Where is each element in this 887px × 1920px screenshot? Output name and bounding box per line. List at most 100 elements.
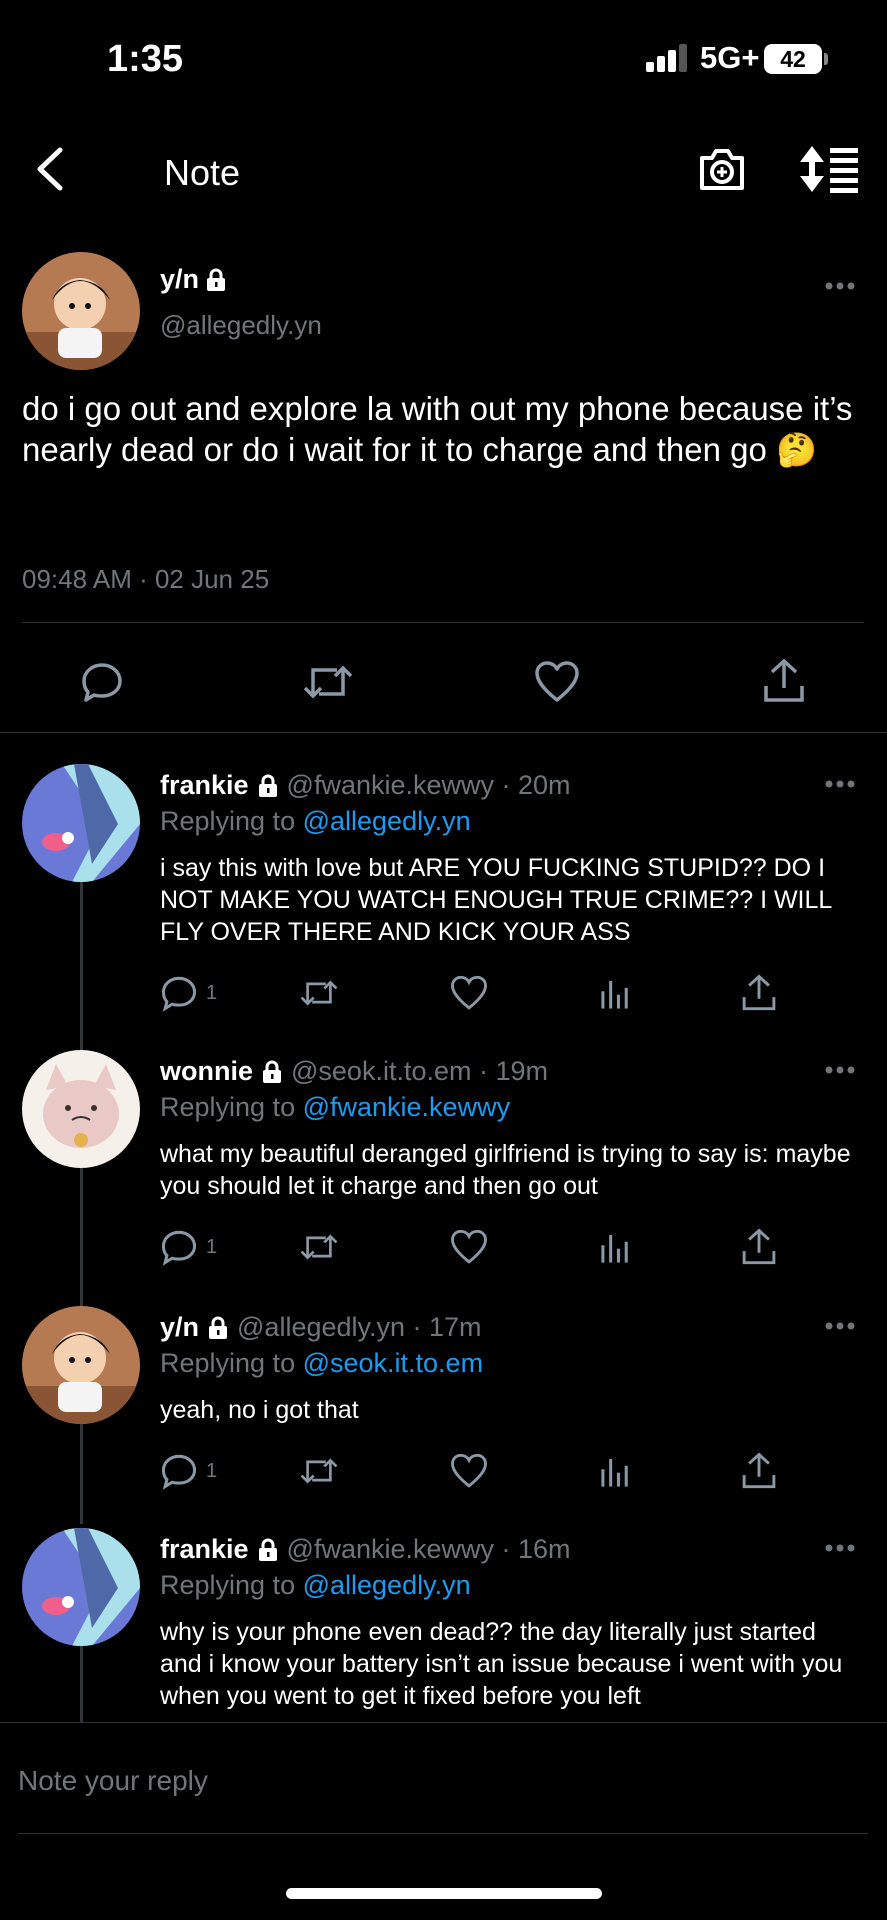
- mention-link[interactable]: @seok.it.to.em: [303, 1348, 483, 1378]
- divider: [22, 622, 864, 623]
- battery-nub: [824, 53, 828, 65]
- reply-button[interactable]: 1: [160, 974, 217, 1012]
- views-button[interactable]: [596, 1452, 634, 1490]
- thread-line: [80, 1646, 83, 1726]
- like-button[interactable]: [450, 1452, 488, 1490]
- reply-header: y/n @allegedly.yn · 17m: [160, 1312, 482, 1343]
- more-options-icon[interactable]: [824, 778, 856, 790]
- reply-input[interactable]: Note your reply: [18, 1765, 208, 1797]
- repost-icon[interactable]: [303, 660, 353, 704]
- replying-to: Replying to @allegedly.yn: [160, 806, 471, 836]
- avatar[interactable]: [22, 1050, 140, 1168]
- share-button[interactable]: [740, 1452, 778, 1490]
- like-icon: [451, 1229, 487, 1264]
- reply-icon[interactable]: [80, 660, 124, 704]
- avatar[interactable]: [22, 1306, 140, 1424]
- reply-actions: 1: [160, 1228, 776, 1272]
- views-button[interactable]: [596, 974, 634, 1012]
- author-meta: @seok.it.to.em · 19m: [291, 1056, 548, 1086]
- divider: [18, 1833, 868, 1834]
- reply-actions: 1: [160, 974, 776, 1018]
- thread-line: [80, 1424, 83, 1524]
- more-options-icon[interactable]: [824, 280, 856, 292]
- network-label: 5G+: [700, 40, 760, 75]
- more-options-icon[interactable]: [824, 1320, 856, 1332]
- avatar[interactable]: [22, 252, 140, 370]
- post-text: do i go out and explore la with out my p…: [22, 390, 853, 468]
- reply-header: wonnie @seok.it.to.em · 19m: [160, 1056, 548, 1087]
- author-meta: @allegedly.yn · 17m: [237, 1312, 482, 1342]
- like-icon: [451, 1453, 487, 1488]
- reply-button[interactable]: 1: [160, 1228, 217, 1266]
- replying-to: Replying to @allegedly.yn: [160, 1570, 471, 1600]
- avatar[interactable]: [22, 764, 140, 882]
- home-indicator[interactable]: [286, 1888, 602, 1899]
- share-button[interactable]: [740, 1228, 778, 1266]
- thread-line: [80, 1168, 83, 1308]
- reply-text: yeah, no i got that: [160, 1396, 359, 1424]
- thread-line: [80, 882, 83, 1054]
- repost-button[interactable]: [300, 1228, 338, 1266]
- reply-text: i say this with love but ARE YOU FUCKING…: [160, 854, 832, 946]
- author-meta: @fwankie.kewwy · 16m: [286, 1534, 571, 1564]
- more-options-icon[interactable]: [824, 1542, 856, 1554]
- author-name[interactable]: frankie: [160, 770, 249, 801]
- reply-button[interactable]: 1: [160, 1452, 217, 1490]
- nav-bar: Note: [0, 120, 887, 220]
- divider: [0, 732, 887, 733]
- share-icon[interactable]: [762, 658, 806, 704]
- status-time: 1:35: [107, 38, 184, 80]
- replying-to: Replying to @fwankie.kewwy: [160, 1092, 511, 1122]
- reply-header: frankie @fwankie.kewwy · 16m: [160, 1534, 571, 1565]
- repost-icon: [300, 1458, 338, 1484]
- reply-count: 1: [206, 1459, 218, 1482]
- lock-icon: [209, 1316, 228, 1339]
- author-handle[interactable]: @allegedly.yn: [160, 310, 322, 341]
- repost-icon: [300, 980, 338, 1006]
- reply-actions: 1: [160, 1452, 776, 1496]
- author-name[interactable]: y/n: [160, 1312, 199, 1343]
- views-icon: [601, 1458, 628, 1487]
- post-actions: [0, 640, 887, 720]
- reply-count: 1: [206, 981, 218, 1004]
- views-button[interactable]: [596, 1228, 634, 1266]
- avatar[interactable]: [22, 1528, 140, 1646]
- mention-link[interactable]: @allegedly.yn: [303, 806, 471, 836]
- lock-icon: [207, 268, 226, 291]
- reply-header: frankie @fwankie.kewwy · 20m: [160, 770, 571, 801]
- like-icon: [451, 975, 487, 1010]
- author-meta: @fwankie.kewwy · 20m: [286, 770, 571, 800]
- repost-icon: [300, 1234, 338, 1260]
- like-icon[interactable]: [534, 660, 580, 704]
- mention-link[interactable]: @allegedly.yn: [303, 1570, 471, 1600]
- replying-to: Replying to @seok.it.to.em: [160, 1348, 484, 1378]
- signal-icon: [646, 44, 690, 72]
- share-icon: [742, 1228, 776, 1265]
- author-name[interactable]: y/n: [160, 264, 227, 295]
- post-timestamp: 09:48 AM · 02 Jun 25: [22, 564, 270, 594]
- like-button[interactable]: [450, 1228, 488, 1266]
- repost-button[interactable]: [300, 1452, 338, 1490]
- mention-link[interactable]: @fwankie.kewwy: [303, 1092, 510, 1122]
- reply-text: why is your phone even dead?? the day li…: [160, 1618, 843, 1710]
- more-options-icon[interactable]: [824, 1064, 856, 1076]
- battery-icon: 42: [764, 44, 822, 74]
- reply-composer[interactable]: Note your reply: [0, 1722, 887, 1842]
- reply-icon: [161, 1454, 197, 1490]
- sort-icon[interactable]: [800, 144, 860, 194]
- author-name[interactable]: wonnie: [160, 1056, 253, 1087]
- views-icon: [601, 980, 628, 1009]
- repost-button[interactable]: [300, 974, 338, 1012]
- back-icon[interactable]: [30, 144, 70, 194]
- views-icon: [601, 1234, 628, 1263]
- share-button[interactable]: [740, 974, 778, 1012]
- like-button[interactable]: [450, 974, 488, 1012]
- status-bar: 1:35 5G+ 42: [0, 0, 887, 120]
- lock-icon: [258, 774, 277, 797]
- share-icon: [742, 974, 776, 1011]
- author-name[interactable]: frankie: [160, 1534, 249, 1565]
- lock-icon: [258, 1538, 277, 1561]
- share-icon: [742, 1452, 776, 1489]
- page-title: Note: [164, 152, 241, 193]
- camera-icon[interactable]: [696, 144, 748, 194]
